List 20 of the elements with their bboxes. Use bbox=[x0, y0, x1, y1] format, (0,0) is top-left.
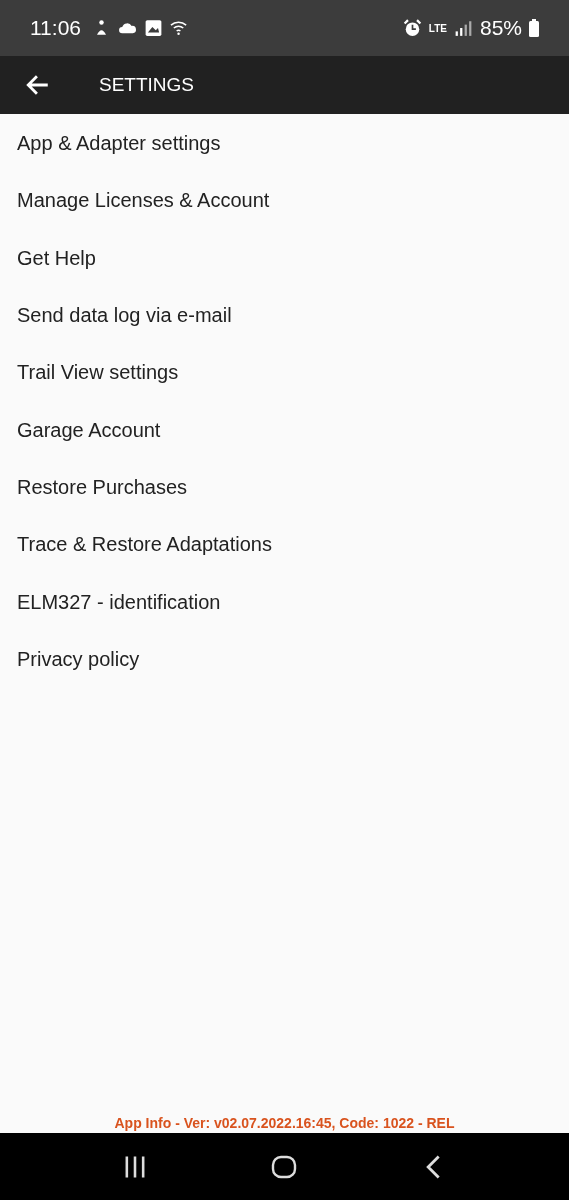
signal-icon bbox=[453, 19, 473, 37]
menu-item[interactable]: Privacy policy bbox=[0, 630, 569, 688]
menu-item[interactable]: Trail View settings bbox=[0, 344, 569, 402]
alarm-icon bbox=[402, 19, 422, 37]
app-info-text: App Info - Ver: v02.07.2022.16:45, Code: 1022 - REL bbox=[113, 1114, 456, 1133]
menu-item[interactable]: ELM327 - identification bbox=[0, 573, 569, 631]
status-time: 11:06 bbox=[30, 16, 81, 40]
battery-level: 85% bbox=[479, 16, 522, 40]
battery-icon bbox=[529, 19, 539, 37]
wifi-icon bbox=[170, 19, 189, 37]
image-icon bbox=[144, 19, 163, 37]
network-type: LTE bbox=[428, 22, 447, 34]
menu-item[interactable]: Restore Purchases bbox=[0, 458, 569, 517]
menu-item[interactable]: Garage Account bbox=[0, 401, 569, 459]
menu-item[interactable]: App & Adapter settings bbox=[0, 115, 569, 173]
menu-item[interactable]: Get Help bbox=[0, 229, 569, 287]
menu-item[interactable]: Send data log via e-mail bbox=[0, 286, 569, 345]
screen-title: SETTINGS bbox=[99, 74, 194, 96]
menu-item[interactable]: Trace & Restore Adaptations bbox=[0, 516, 569, 574]
menu-item[interactable]: Manage Licenses & Account bbox=[0, 172, 569, 230]
